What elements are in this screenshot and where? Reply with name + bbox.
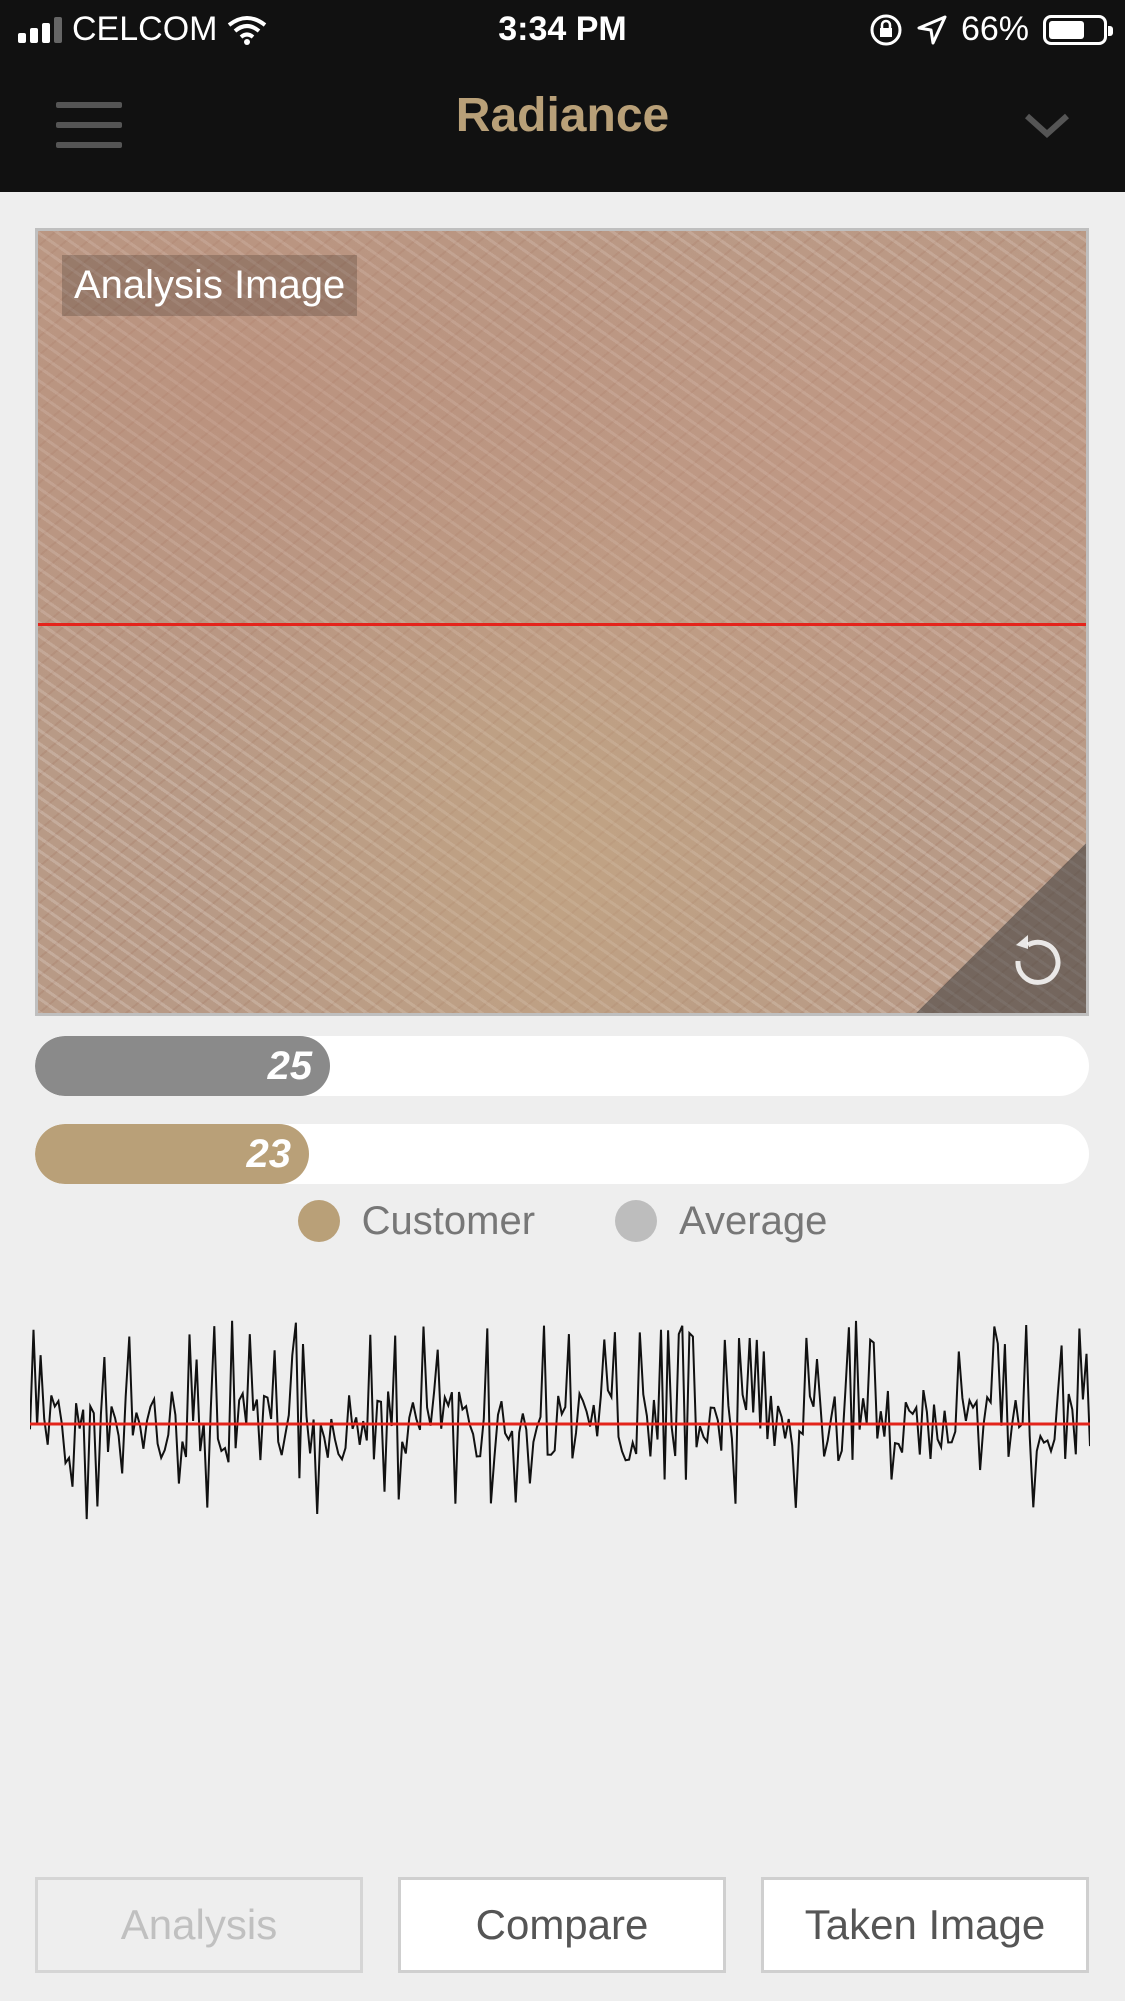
legend-average-label: Average (679, 1198, 828, 1243)
legend-customer: Customer (297, 1198, 536, 1244)
average-dot-icon (615, 1200, 658, 1242)
radiance-waveform (30, 1320, 1090, 1520)
page-title: Radiance (455, 89, 670, 142)
status-bar: CELCOM 3:34 PM 66% (0, 0, 1125, 62)
battery-icon (1043, 14, 1113, 45)
navigation-bar: Radiance (0, 62, 1125, 192)
legend-average: Average (615, 1199, 827, 1244)
legend: Customer Average (0, 1196, 1125, 1246)
legend-customer-label: Customer (361, 1198, 536, 1243)
compare-button[interactable]: Compare (398, 1877, 726, 1973)
status-right: 66% (869, 10, 1113, 49)
rotate-icon[interactable] (1004, 931, 1068, 995)
customer-score-bar: 23 (35, 1124, 1089, 1184)
taken-image-button[interactable]: Taken Image (761, 1877, 1089, 1973)
battery-percent: 66% (960, 10, 1029, 48)
analysis-image: Analysis Image (35, 228, 1089, 1016)
customer-score-value: 23 (246, 1131, 292, 1176)
average-score-value: 25 (267, 1043, 313, 1088)
analysis-button[interactable]: Analysis (35, 1877, 363, 1973)
customer-dot-icon (297, 1200, 340, 1242)
orientation-lock-icon (870, 14, 902, 45)
customer-score-fill: 23 (35, 1124, 310, 1184)
average-score-bar: 25 (35, 1036, 1089, 1096)
scan-line (38, 623, 1086, 626)
analysis-image-label: Analysis Image (62, 255, 358, 316)
average-score-fill: 25 (35, 1036, 331, 1096)
location-icon (917, 15, 947, 44)
chevron-down-icon[interactable] (1017, 106, 1077, 146)
waveform-line (30, 1320, 1090, 1520)
